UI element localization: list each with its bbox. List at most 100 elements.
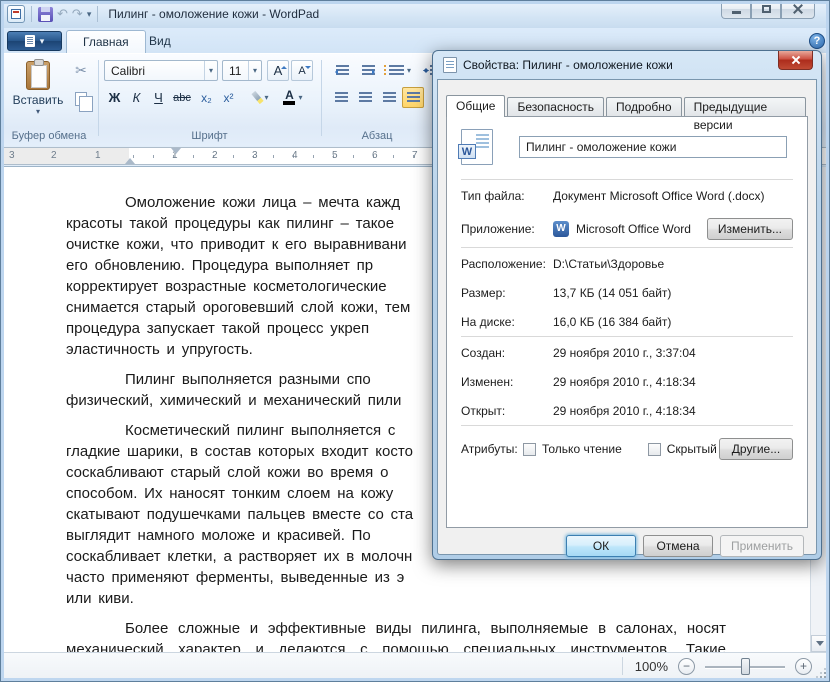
cancel-button[interactable]: Отмена [643,535,713,557]
paste-button[interactable]: Вставить ▾ [12,59,64,121]
dialog-close-button[interactable] [778,51,813,70]
font-family-value: Calibri [111,64,145,78]
align-left-button[interactable] [330,87,352,108]
word-file-icon: W [461,129,493,165]
increase-indent-icon [362,65,375,76]
zoom-in-button[interactable]: + [795,658,812,675]
font-group-label: Шрифт [99,130,320,142]
highlight-button[interactable]: ▾ [245,87,275,108]
zoom-slider-thumb[interactable] [741,658,750,675]
separator [622,657,623,675]
save-icon[interactable] [38,7,53,22]
chevron-down-icon: ▾ [40,36,45,47]
subscript-button[interactable]: x₂ [196,87,217,108]
change-button[interactable]: Изменить... [707,218,793,240]
undo-icon[interactable]: ↶ [57,6,68,22]
tab-view[interactable]: Вид [133,30,187,53]
zoom-slider[interactable] [705,658,785,675]
dialog-client-area: Общие Безопасность Подробно Предыдущие в… [437,79,817,555]
font-family-select[interactable]: Calibri ▾ [104,60,218,81]
align-center-icon [359,92,372,103]
zoom-out-button[interactable]: − [678,658,695,675]
hidden-label: Скрытый [667,442,717,456]
maximize-button[interactable] [751,0,781,19]
align-right-button[interactable] [378,87,400,108]
increase-indent-button[interactable] [356,60,380,81]
wordpad-app-icon[interactable] [7,5,25,23]
superscript-label: x² [224,91,234,105]
tab-security[interactable]: Безопасность [507,97,604,116]
chevron-down-icon: ▾ [204,61,217,80]
first-line-indent-marker[interactable] [171,148,181,159]
copy-button[interactable] [70,89,92,109]
decrease-indent-button[interactable] [330,60,354,81]
maximize-icon [762,5,771,13]
clipboard-group-label: Буфер обмена [0,130,98,142]
ruler-number: 1 [95,150,101,161]
subscript-label: x₂ [201,91,212,105]
strikethrough-button[interactable]: abc [170,87,194,108]
highlighter-icon [249,88,267,106]
chevron-down-icon: ▾ [298,93,302,102]
apply-button[interactable]: Применить [720,535,804,557]
chevron-down-icon: ▾ [407,66,411,75]
paragraph-group-label: Абзац [322,130,432,142]
other-attributes-button[interactable]: Другие... [719,438,793,460]
tab-previous-versions[interactable]: Предыдущие версии [684,97,806,116]
created-label: Создан: [461,346,553,360]
font-color-icon: A [283,90,295,105]
italic-button[interactable]: К [126,87,147,108]
clipboard-icon [26,61,50,90]
ruler-number: 5 [332,150,338,161]
separator [31,6,32,22]
filename-input[interactable]: Пилинг - омоложение кожи [519,136,787,158]
file-type-value: Документ Microsoft Office Word (.docx) [553,189,793,203]
close-icon [793,4,803,14]
readonly-label: Только чтение [542,442,622,456]
cut-button[interactable]: ✂ [70,60,92,80]
redo-icon[interactable]: ↷ [72,6,83,22]
underline-button[interactable]: Ч [148,87,169,108]
location-row: Расположение: D:\Статьи\Здоровье [447,249,807,278]
copy-icon [75,92,87,106]
minimize-button[interactable] [721,0,751,19]
bold-button[interactable]: Ж [104,87,125,108]
resize-grip[interactable] [814,666,826,678]
left-indent-marker[interactable] [125,153,135,164]
shrink-font-button[interactable]: A [291,60,313,81]
text-line: или киви. [66,588,726,609]
separator [97,6,98,22]
align-center-button[interactable] [354,87,376,108]
zoom-controls: 100% − + [622,657,812,675]
location-label: Расположение: [461,257,553,271]
ruler-number: 2 [51,150,57,161]
text-line: механический характер и делаются с помощ… [66,639,726,652]
scroll-down-button[interactable] [811,635,828,652]
italic-label: К [133,90,141,105]
word-app-icon: W [553,221,569,237]
ok-button[interactable]: ОК [566,535,636,557]
strikethrough-label: abc [173,92,191,104]
size-label: Размер: [461,286,553,300]
grow-font-letter: A [274,63,283,78]
font-color-button[interactable]: A ▾ [277,87,309,108]
file-name-row: W Пилинг - омоложение кожи [447,117,807,179]
wordpad-menu-button[interactable]: ▾ [7,31,62,51]
ruler-number: 4 [292,150,298,161]
help-icon[interactable]: ? [809,33,825,49]
underline-label: Ч [154,90,163,105]
tab-details[interactable]: Подробно [606,97,682,116]
font-size-select[interactable]: 11 ▾ [222,60,262,81]
hidden-checkbox[interactable] [648,443,661,456]
superscript-button[interactable]: x² [218,87,239,108]
tab-general[interactable]: Общие [446,95,505,117]
general-tab-page: W Пилинг - омоложение кожи Тип файла: До… [446,116,808,528]
modified-label: Изменен: [461,375,553,389]
properties-icon [443,57,457,73]
qat-dropdown-icon[interactable]: ▾ [87,9,92,20]
readonly-checkbox[interactable] [523,443,536,456]
list-button[interactable]: ▾ [384,60,416,81]
close-button[interactable] [781,0,815,19]
justify-button[interactable] [402,87,424,108]
grow-font-button[interactable]: A [267,60,289,81]
